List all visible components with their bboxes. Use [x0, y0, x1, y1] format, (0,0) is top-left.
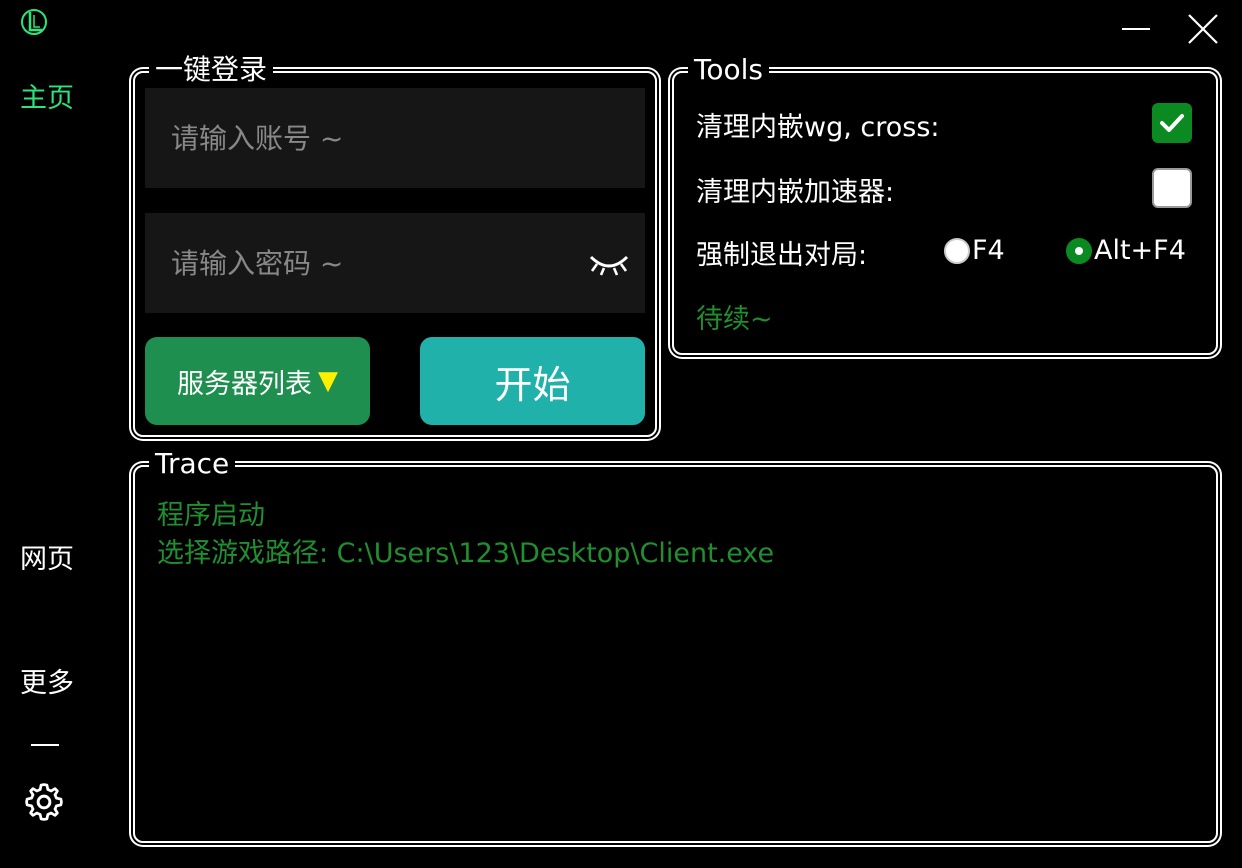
trace-log: 程序启动 选择游戏路径: C:\Users\123\Desktop\Client…: [157, 497, 1194, 573]
log-line: 程序启动: [157, 500, 265, 531]
pending-label: 待续~: [696, 304, 773, 335]
nav-home[interactable]: 主页: [20, 76, 74, 115]
tools-group: Tools 清理内嵌wg, cross: 清理内嵌加速器: 强制退出对局: F4…: [672, 53, 1218, 355]
minimize-icon[interactable]: [1118, 14, 1154, 44]
tools-group-title: Tools: [688, 53, 769, 87]
account-input[interactable]: [145, 88, 645, 188]
radio-selected-icon: [1066, 237, 1092, 264]
radio-f4[interactable]: F4: [944, 235, 1005, 266]
nav-divider: [31, 744, 59, 746]
trace-group-title: Trace: [149, 447, 236, 481]
password-input[interactable]: [145, 213, 645, 313]
triangle-down-icon: ▼: [318, 366, 338, 396]
radio-unselected-icon: [944, 237, 970, 264]
app-logo-icon: [21, 9, 47, 35]
force-quit-label: 强制退出对局:: [696, 240, 868, 271]
checkmark-icon: [1160, 114, 1184, 132]
eye-closed-icon[interactable]: [587, 249, 631, 277]
server-list-button[interactable]: 服务器列表 ▼: [145, 337, 370, 425]
clean-wg-checkbox[interactable]: [1152, 103, 1192, 143]
login-group-title: 一键登录: [149, 53, 274, 87]
trace-group: Trace 程序启动 选择游戏路径: C:\Users\123\Desktop\…: [133, 447, 1218, 843]
radio-alt-f4[interactable]: Alt+F4: [1066, 235, 1186, 266]
clean-accel-label: 清理内嵌加速器:: [696, 177, 895, 208]
clean-accel-checkbox[interactable]: [1152, 168, 1192, 208]
gear-icon[interactable]: [22, 780, 66, 824]
log-line: 选择游戏路径: C:\Users\123\Desktop\Client.exe: [157, 538, 775, 569]
radio-f4-label: F4: [972, 235, 1005, 266]
start-button[interactable]: 开始: [420, 337, 645, 425]
server-list-label: 服务器列表: [177, 368, 312, 400]
app-window: 主页 网页 更多 一键登录 服务器列表 ▼ 开始 Tools 清理内嵌wg, c…: [0, 0, 1242, 868]
clean-wg-label: 清理内嵌wg, cross:: [696, 112, 940, 143]
nav-more[interactable]: 更多: [20, 661, 74, 700]
radio-alt-f4-label: Alt+F4: [1094, 235, 1186, 266]
close-icon[interactable]: [1186, 12, 1220, 46]
login-group: 一键登录 服务器列表 ▼ 开始: [133, 53, 657, 437]
nav-web[interactable]: 网页: [20, 537, 74, 576]
